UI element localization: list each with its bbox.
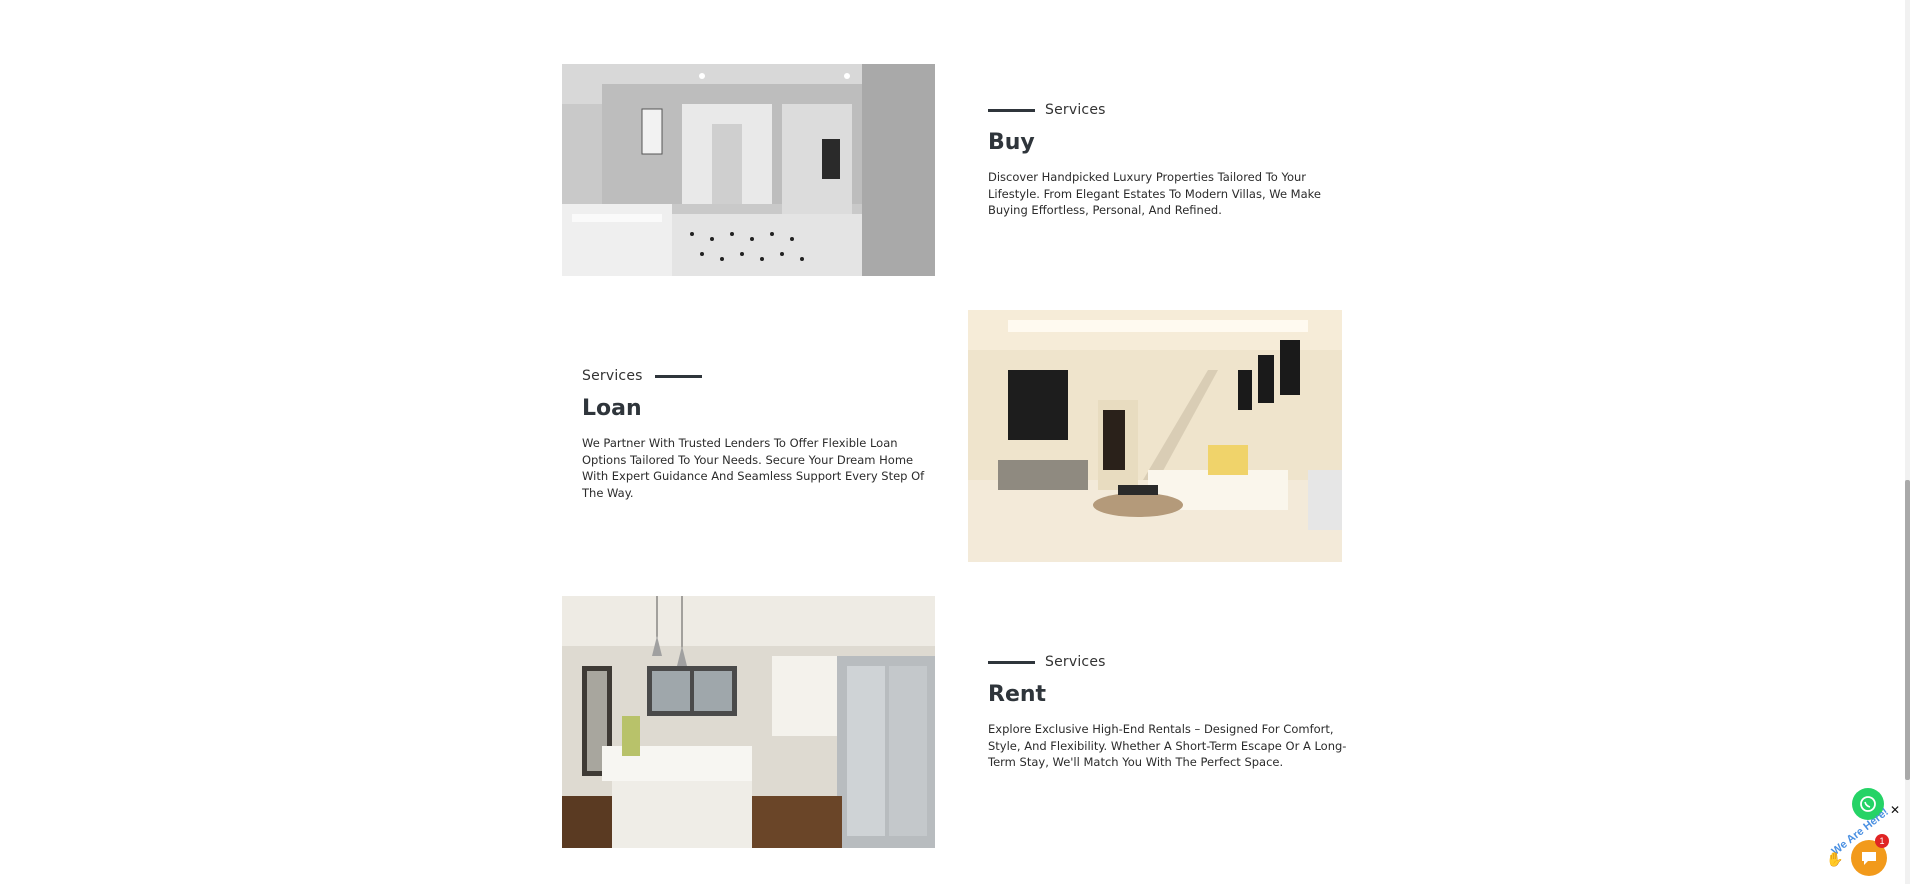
services-eyebrow: Services [582, 368, 942, 384]
chat-notification-badge: 1 [1875, 834, 1889, 848]
service-description-loan: We Partner With Trusted Lenders To Offer… [582, 436, 925, 500]
eyebrow-label: Services [1045, 102, 1106, 118]
service-description-rent: Explore Exclusive High-End Rentals – Des… [988, 722, 1347, 769]
eyebrow-line [988, 660, 1035, 664]
kitchen-image [562, 596, 935, 848]
services-eyebrow: Services [988, 102, 1348, 118]
close-icon[interactable]: ✕ [1890, 803, 1900, 817]
service-title-loan: Loan [582, 396, 642, 421]
eyebrow-line [988, 108, 1035, 112]
eyebrow-label: Services [582, 368, 643, 384]
service-description-buy: Discover Handpicked Luxury Properties Ta… [988, 170, 1321, 217]
eyebrow-label: Services [1045, 654, 1106, 670]
eyebrow-line [654, 374, 702, 378]
waving-hand-icon: ✋ [1826, 852, 1844, 868]
scrollbar-thumb[interactable] [1905, 480, 1910, 780]
bathroom-image [562, 64, 935, 276]
service-title-rent: Rent [988, 682, 1047, 707]
living-room-image [968, 310, 1342, 562]
services-eyebrow: Services [988, 654, 1348, 670]
service-title-buy: Buy [988, 130, 1035, 155]
